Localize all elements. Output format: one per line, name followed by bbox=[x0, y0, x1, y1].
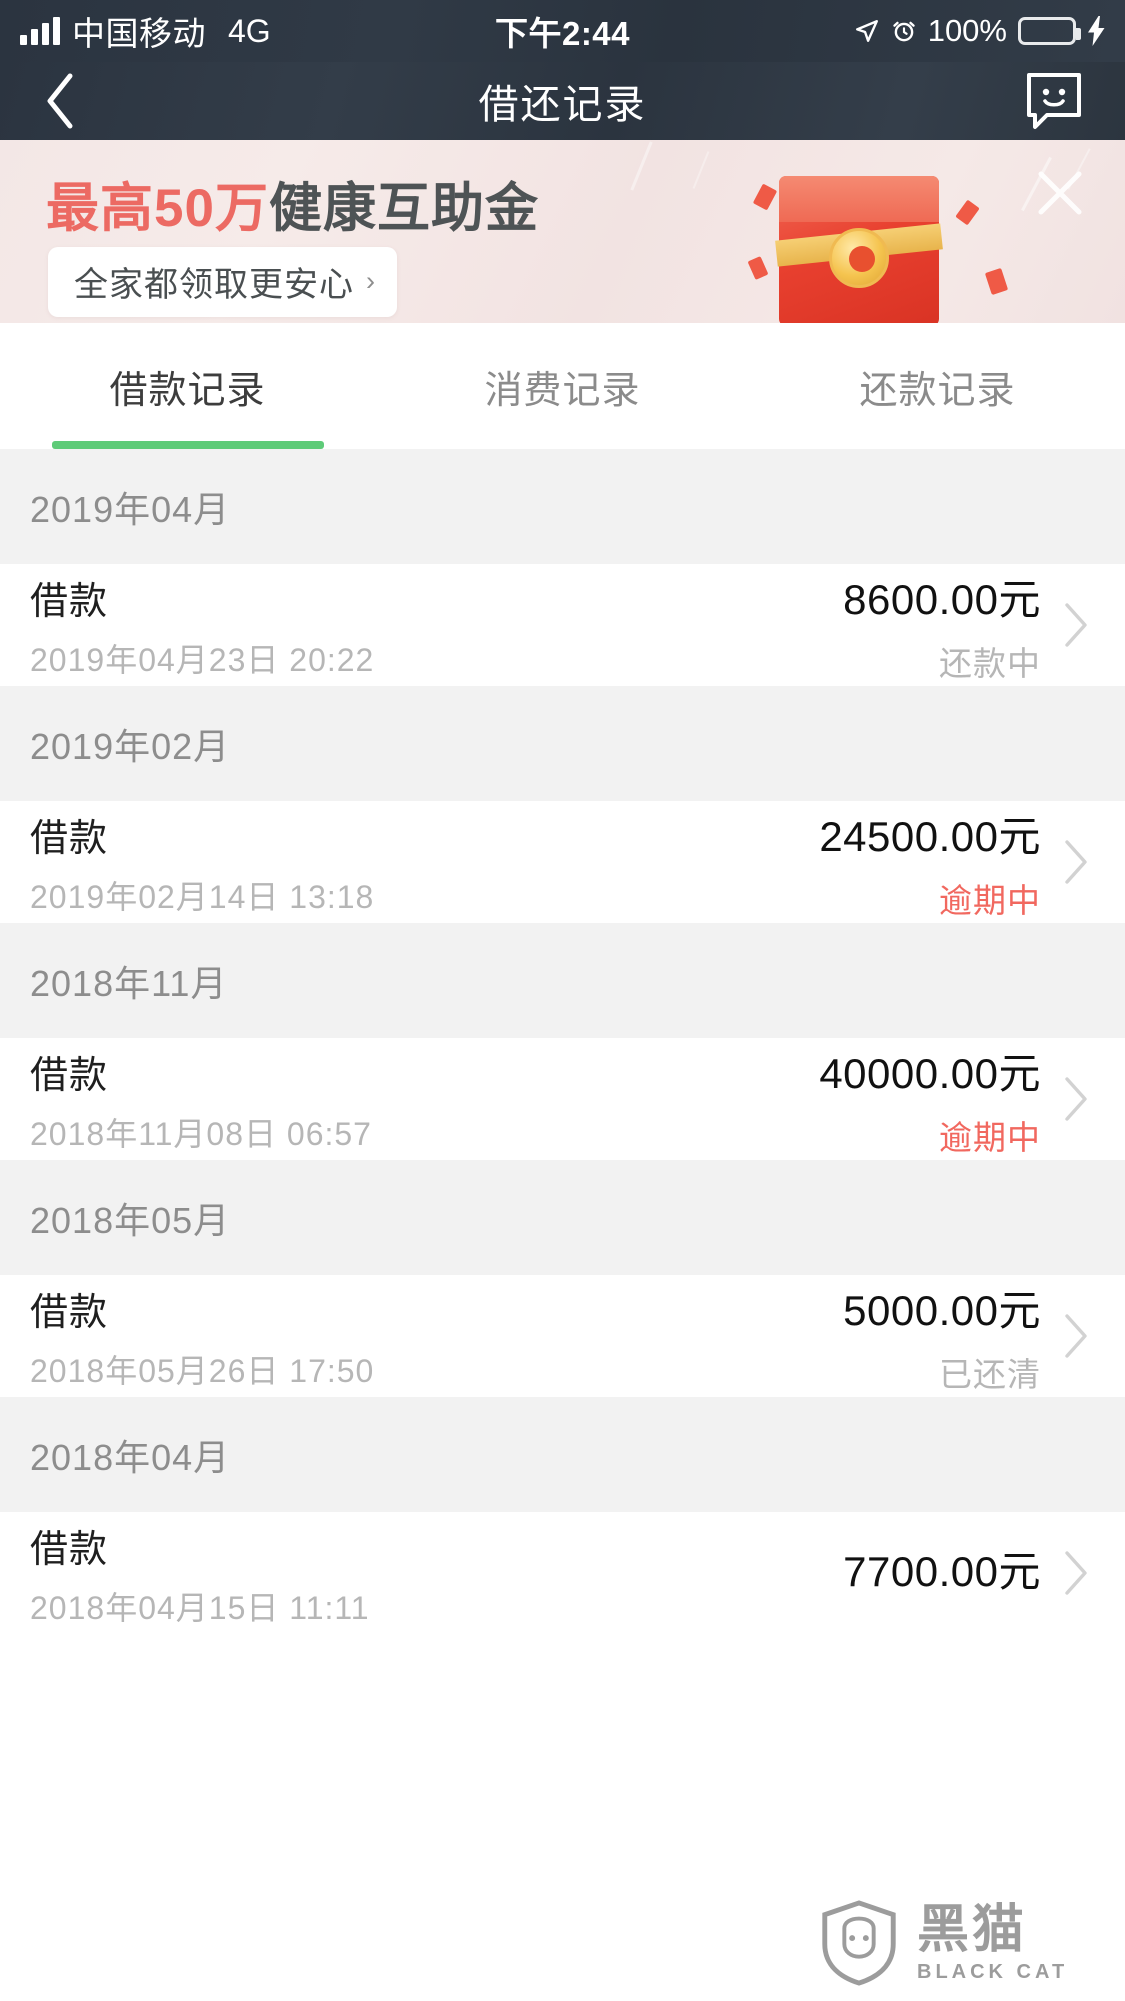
row-timestamp: 2019年02月14日 13:18 bbox=[30, 878, 375, 915]
watermark-cn-label: 黑猫 bbox=[917, 1901, 1028, 1959]
row-amount: 8600.00元 bbox=[843, 575, 1041, 623]
row-primary: 借款 2018年11月08日 06:57 bbox=[30, 1044, 372, 1155]
row-title: 借款 bbox=[30, 1291, 109, 1334]
table-row[interactable]: 借款 2018年05月26日 17:50 5000.00元 已还清 bbox=[0, 1275, 1125, 1397]
table-row[interactable]: 借款 2018年11月08日 06:57 40000.00元 逾期中 bbox=[0, 1038, 1125, 1160]
row-amount: 7700.00元 bbox=[843, 1547, 1041, 1595]
watermark-en-label: BLACK CAT bbox=[917, 1961, 1069, 1983]
row-title: 借款 bbox=[30, 817, 109, 860]
row-primary: 借款 2018年05月26日 17:50 bbox=[30, 1281, 374, 1392]
banner-headline-rest: 健康互助金 bbox=[268, 179, 539, 238]
table-row[interactable]: 借款 2019年02月14日 13:18 24500.00元 逾期中 bbox=[0, 801, 1125, 923]
tab-label: 消费记录 bbox=[484, 369, 641, 412]
row-primary: 借款 2019年02月14日 13:18 bbox=[30, 807, 374, 918]
row-timestamp: 2018年11月08日 06:57 bbox=[30, 1115, 372, 1152]
chevron-right-icon: › bbox=[366, 266, 375, 296]
navigation-bar: 借还记录 bbox=[0, 62, 1125, 140]
chevron-right-icon bbox=[1063, 602, 1089, 648]
tab-loan-records[interactable]: 借款记录 bbox=[0, 323, 375, 449]
row-amount: 5000.00元 bbox=[843, 1286, 1041, 1334]
tab-label: 还款记录 bbox=[859, 369, 1016, 412]
record-tabs: 借款记录 消费记录 还款记录 bbox=[0, 323, 1125, 449]
tab-spending-records[interactable]: 消费记录 bbox=[375, 323, 750, 449]
close-icon[interactable] bbox=[1031, 164, 1089, 222]
row-primary: 借款 2019年04月23日 20:22 bbox=[30, 570, 374, 681]
battery-icon bbox=[1018, 17, 1081, 45]
row-title: 借款 bbox=[30, 580, 109, 623]
row-timestamp: 2018年05月26日 17:50 bbox=[30, 1352, 375, 1389]
chevron-right-icon bbox=[1063, 1076, 1089, 1122]
row-timestamp: 2018年04月15日 11:11 bbox=[30, 1589, 370, 1626]
row-secondary: 40000.00元 逾期中 bbox=[819, 1040, 1089, 1159]
page-title: 借还记录 bbox=[478, 83, 647, 127]
row-secondary: 5000.00元 已还清 bbox=[843, 1277, 1089, 1396]
row-primary: 借款 2018年04月15日 11:11 bbox=[30, 1518, 370, 1629]
chevron-right-icon bbox=[1063, 1313, 1089, 1359]
row-secondary: 7700.00元 bbox=[843, 1538, 1089, 1609]
watermark-text: 黑猫 BLACK CAT bbox=[917, 1904, 1068, 1982]
tab-active-indicator bbox=[52, 441, 324, 449]
banner-headline: 最高50万健康互助金 bbox=[46, 166, 539, 242]
tab-label: 借款记录 bbox=[109, 369, 266, 412]
app-screen: 中国移动 4G 下午2:44 100% 借还记录 最高50万健康互助金 全家都领… bbox=[0, 0, 1125, 2001]
banner-cta-label: 全家都领取更安心 bbox=[74, 266, 354, 304]
tab-repayment-records[interactable]: 还款记录 bbox=[750, 323, 1125, 449]
chevron-right-icon bbox=[1063, 1550, 1089, 1596]
status-badge: 还款中 bbox=[939, 644, 1041, 682]
row-title: 借款 bbox=[30, 1054, 109, 1097]
records-list: 2019年04月 借款 2019年04月23日 20:22 8600.00元 还… bbox=[0, 449, 1125, 1634]
status-bar: 中国移动 4G 下午2:44 100% bbox=[0, 0, 1125, 62]
row-secondary: 8600.00元 还款中 bbox=[843, 566, 1089, 685]
red-envelope-icon bbox=[775, 162, 943, 323]
month-group-header: 2018年05月 bbox=[0, 1160, 1125, 1275]
row-amount: 24500.00元 bbox=[819, 812, 1041, 860]
month-group-header: 2018年11月 bbox=[0, 923, 1125, 1038]
row-timestamp: 2019年04月23日 20:22 bbox=[30, 641, 375, 678]
row-amount: 40000.00元 bbox=[819, 1049, 1041, 1097]
chevron-right-icon bbox=[1063, 839, 1089, 885]
table-row[interactable]: 借款 2019年04月23日 20:22 8600.00元 还款中 bbox=[0, 564, 1125, 686]
watermark: 黑猫 BLACK CAT bbox=[815, 1887, 1115, 1999]
status-badge: 已还清 bbox=[939, 1355, 1041, 1393]
banner-cta-button[interactable]: 全家都领取更安心 › bbox=[48, 247, 397, 317]
row-secondary: 24500.00元 逾期中 bbox=[819, 803, 1089, 922]
status-badge: 逾期中 bbox=[939, 1118, 1041, 1156]
row-title: 借款 bbox=[30, 1528, 109, 1571]
month-group-header: 2018年04月 bbox=[0, 1397, 1125, 1512]
table-row[interactable]: 借款 2018年04月15日 11:11 7700.00元 bbox=[0, 1512, 1125, 1634]
month-group-header: 2019年04月 bbox=[0, 449, 1125, 564]
month-group-header: 2019年02月 bbox=[0, 686, 1125, 801]
shield-cat-icon bbox=[822, 1900, 896, 1986]
promo-banner[interactable]: 最高50万健康互助金 全家都领取更安心 › bbox=[0, 140, 1125, 323]
status-bar-clock: 下午2:44 bbox=[494, 15, 631, 52]
status-badge: 逾期中 bbox=[939, 881, 1041, 919]
banner-headline-highlight: 最高50万 bbox=[46, 179, 269, 238]
